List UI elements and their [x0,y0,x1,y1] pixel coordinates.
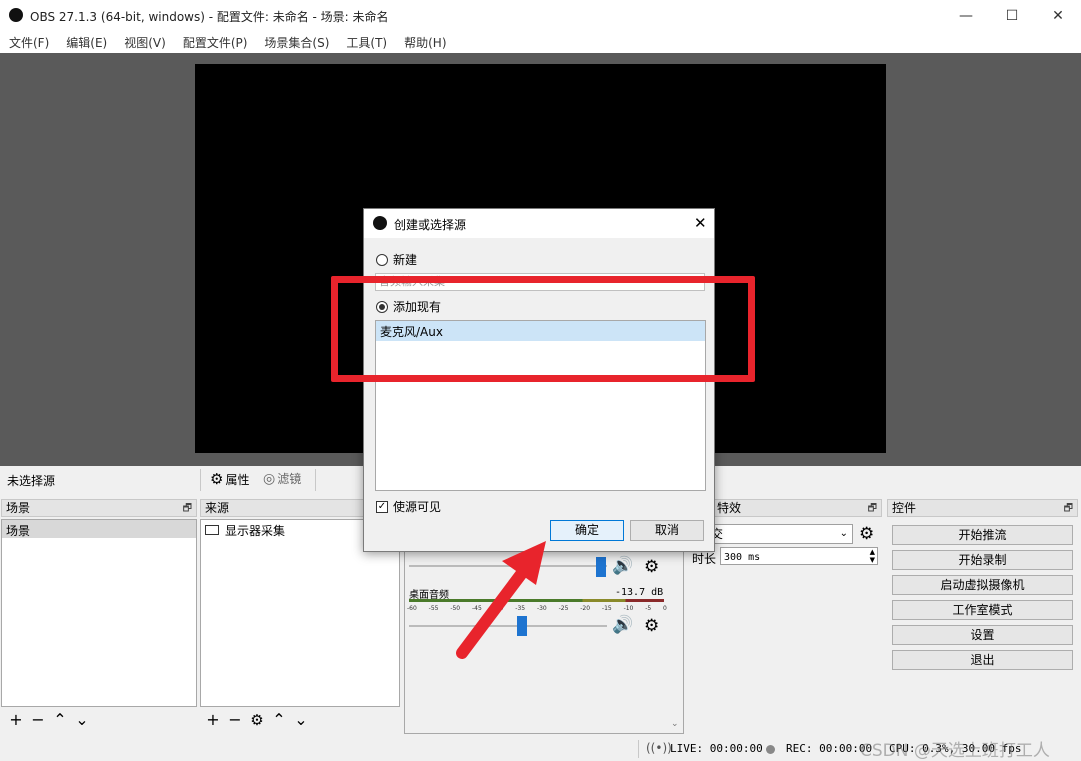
speaker-icon[interactable]: 🔊 [612,615,633,635]
dialog-close-icon[interactable]: ✕ [694,214,707,232]
menu-help[interactable]: 帮助(H) [404,31,446,54]
duration-label: 时长 [692,552,717,566]
meter-tick: -20 [580,605,591,612]
dialog-title-bar: 创建或选择源 ✕ [364,209,714,238]
scenes-list[interactable]: 场景 [1,519,197,707]
meter-tick: -60 [407,605,417,612]
start-recording-button[interactable]: 开始录制 [892,550,1073,570]
menu-profile[interactable]: 配置文件(P) [183,31,248,54]
new-radio[interactable]: 新建 [376,251,417,268]
properties-label: 属性 [225,472,250,487]
visible-checkbox[interactable]: ✓ 使源可见 [376,498,441,515]
settings-button[interactable]: 设置 [892,625,1073,645]
divider [638,740,639,758]
sources-toolbar: + − ⚙ ⌃ ⌄ [200,707,400,733]
chevron-down-icon: ⌄ [839,528,848,539]
close-window-button[interactable]: ✕ [1035,0,1081,31]
filters-label: 滤镜 [277,472,302,486]
controls-dock-title: 控件 🗗 [887,499,1078,517]
controls-title: 控件 [892,501,917,515]
no-source-label: 未选择源 [7,474,56,488]
annotation-highlight-box [331,276,755,382]
menu-bar: 文件(F) 编辑(E) 视图(V) 配置文件(P) 场景集合(S) 工具(T) 帮助(H) [0,31,1081,53]
gear-icon[interactable]: ⚙ [859,524,874,544]
divider [315,469,316,491]
menu-edit[interactable]: 编辑(E) [66,31,107,54]
desktop-audio-db: -13.7 dB [615,587,664,598]
start-streaming-button[interactable]: 开始推流 [892,525,1073,545]
float-icon[interactable]: 🗗 [1064,501,1073,517]
scroll-down-icon[interactable]: ⌄ [671,719,679,729]
sources-title: 来源 [205,501,230,515]
controls-dock: 控件 🗗 开始推流 开始录制 启动虚拟摄像机 工作室模式 设置 退出 [887,499,1078,679]
live-status: LIVE: 00:00:00 [670,742,763,755]
obs-logo-icon [9,8,23,22]
remove-icon[interactable]: − [224,710,246,730]
checkbox-checked-icon: ✓ [376,500,388,513]
properties-button[interactable]: ⚙ 属性 [210,470,249,488]
annotation-arrow [456,541,546,659]
transition-select[interactable]: 交 ⌄ [708,524,853,544]
start-virtual-camera-button[interactable]: 启动虚拟摄像机 [892,575,1073,595]
float-icon[interactable]: 🗗 [183,501,192,517]
exit-button[interactable]: 退出 [892,650,1073,670]
transitions-dock: 特效 🗗 交 ⌄ ⚙ 时长 300 ms ▲ ▼ [686,499,882,579]
transitions-dock-title: 特效 🗗 [686,499,882,517]
cancel-button[interactable]: 取消 [630,520,704,541]
radio-icon [376,253,388,266]
add-icon[interactable]: + [202,710,224,730]
obs-logo-icon [373,216,387,230]
source-item-label: 显示器采集 [225,523,286,538]
mic-slider-handle[interactable] [596,557,606,577]
visible-checkbox-label: 使源可见 [393,500,442,514]
menu-tools[interactable]: 工具(T) [346,31,387,54]
divider [200,469,201,491]
maximize-button[interactable]: ☐ [989,0,1035,31]
scenes-title: 场景 [6,501,31,515]
live-indicator-icon: ((•)) [646,741,672,755]
menu-scene-collection[interactable]: 场景集合(S) [264,31,329,54]
menu-view[interactable]: 视图(V) [124,31,166,54]
scenes-toolbar: + − ⌃ ⌄ [1,707,197,733]
new-radio-label: 新建 [393,253,418,267]
meter-tick: -15 [601,605,612,612]
float-icon[interactable]: 🗗 [868,501,877,517]
gear-icon[interactable]: ⚙ [644,557,659,577]
chevron-down-icon[interactable]: ⌄ [71,710,93,730]
dialog-title: 创建或选择源 [394,218,467,232]
scenes-dock: 场景 🗗 场景 + − ⌃ ⌄ [1,499,197,736]
menu-file[interactable]: 文件(F) [9,31,49,54]
chevron-up-icon[interactable]: ⌃ [49,710,71,730]
duration-input[interactable]: 300 ms ▲ ▼ [720,547,878,565]
add-icon[interactable]: + [5,710,27,730]
filter-icon: ◎ [263,470,276,487]
meter-tick: -55 [428,605,439,612]
title-bar: OBS 27.1.3 (64-bit, windows) - 配置文件: 未命名… [0,0,1081,31]
transitions-title: 特效 [717,501,742,515]
status-bar: ((•)) LIVE: 00:00:00 REC: 00:00:00 CPU: … [0,738,1081,761]
gear-icon: ⚙ [210,470,224,488]
chevron-up-icon[interactable]: ⌃ [268,710,290,730]
speaker-icon[interactable]: 🔊 [612,556,633,576]
studio-mode-button[interactable]: 工作室模式 [892,600,1073,620]
spinner-icon[interactable]: ▲ ▼ [870,548,875,564]
meter-tick: -10 [623,605,634,612]
filters-button[interactable]: ◎ 滤镜 [263,470,301,487]
meter-tick: 0 [663,605,667,612]
scene-item[interactable]: 场景 [2,520,196,538]
scenes-dock-title: 场景 🗗 [1,499,197,517]
meter-tick: -5 [645,605,652,612]
window-title: OBS 27.1.3 (64-bit, windows) - 配置文件: 未命名… [30,10,389,24]
minimize-button[interactable]: — [943,0,989,31]
remove-icon[interactable]: − [27,710,49,730]
watermark: CSDN @天选上班打工人 [860,741,1050,761]
duration-value: 300 ms [724,552,761,563]
chevron-down-icon[interactable]: ⌄ [290,710,312,730]
gear-icon[interactable]: ⚙ [644,616,659,636]
gear-icon[interactable]: ⚙ [246,710,268,730]
monitor-icon [205,525,219,535]
rec-indicator-icon [766,745,775,754]
